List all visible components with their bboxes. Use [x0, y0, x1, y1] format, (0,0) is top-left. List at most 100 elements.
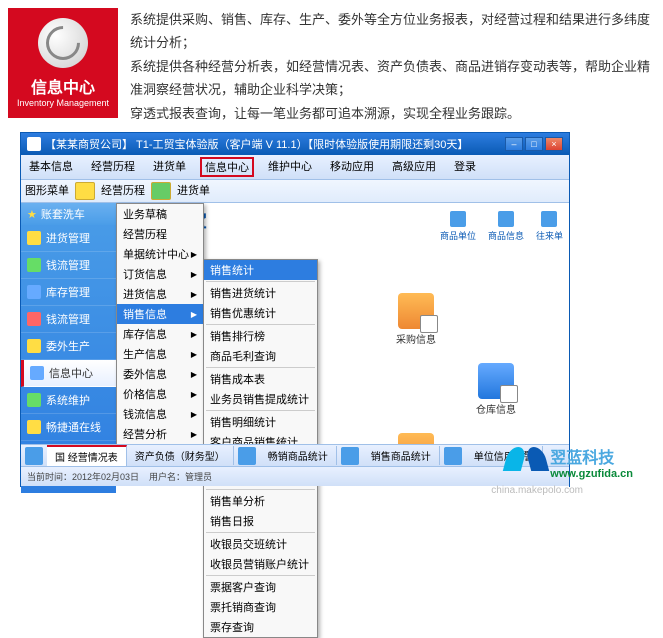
submenu-item[interactable]: 收银员交班统计: [204, 534, 317, 554]
app-window: 【某某商贸公司】 T1-工贸宝体验版（客户端 V 11.1）【限时体验版使用期限…: [20, 132, 570, 487]
star-icon: ★: [27, 208, 37, 221]
sidebar-icon: [27, 258, 41, 272]
sidebar-header: ★ 账套洗车: [21, 203, 116, 225]
submenu-item[interactable]: 销售排行榜: [204, 326, 317, 346]
submenu-item[interactable]: 票存查询: [204, 617, 317, 637]
shortcuts: 商品单位 商品信息 往来单: [440, 211, 563, 242]
tab-active[interactable]: 国 经营情况表: [47, 445, 127, 466]
toolbar-label[interactable]: 图形菜单: [25, 182, 69, 200]
dropdown-item[interactable]: 业务草稿: [117, 204, 203, 224]
dropdown-item[interactable]: 经营分析▶: [117, 424, 203, 444]
menubar: 基本信息 经营历程 进货单 信息中心 维护中心 移动应用 高级应用 登录: [21, 155, 569, 180]
submenu-item[interactable]: 销售进货统计: [204, 283, 317, 303]
shortcut[interactable]: 往来单: [536, 211, 563, 242]
shortcut-icon: [498, 211, 514, 227]
window-title: 【某某商贸公司】 T1-工贸宝体验版（客户端 V 11.1）【限时体验版使用期限…: [45, 136, 468, 152]
sidebar-item[interactable]: 库存管理: [21, 279, 116, 306]
logo-cn: 信息中心: [31, 74, 95, 98]
maximize-button[interactable]: □: [525, 137, 543, 151]
sidebar-item-label: 钱流管理: [46, 311, 90, 327]
submenu-item[interactable]: 票托销商查询: [204, 597, 317, 617]
sidebar-item[interactable]: 钱流管理: [21, 252, 116, 279]
dropdown-item[interactable]: 委外信息▶: [117, 364, 203, 384]
sidebar-item[interactable]: 委外生产: [21, 333, 116, 360]
submenu-item[interactable]: 票据客户查询: [204, 577, 317, 597]
menu-item[interactable]: 经营历程: [87, 157, 139, 177]
tab-icon[interactable]: [444, 447, 462, 465]
desktop-icon-purchase[interactable]: 采购信息: [396, 293, 436, 346]
shortcut[interactable]: 商品信息: [488, 211, 524, 242]
logo-icon: [38, 18, 88, 68]
submenu-item[interactable]: 销售明细统计: [204, 412, 317, 432]
desc-p3: 穿透式报表查询，让每一笔业务都可追本溯源，实现全程业务跟踪。: [130, 102, 655, 125]
shortcut-icon: [541, 211, 557, 227]
dropdown-item[interactable]: 订货信息▶: [117, 264, 203, 284]
sidebar-header-label: 账套洗车: [41, 206, 85, 222]
submenu-item[interactable]: 销售统计: [204, 260, 317, 280]
folder-icon: [398, 293, 434, 329]
dropdown-item[interactable]: 进货信息▶: [117, 284, 203, 304]
toolbar-icon[interactable]: [75, 182, 95, 200]
menu-item[interactable]: 维护中心: [264, 157, 316, 177]
sidebar-item-label: 系统维护: [46, 392, 90, 408]
dropdown-item[interactable]: 单据统计中心▶: [117, 244, 203, 264]
menu-item[interactable]: 进货单: [149, 157, 190, 177]
folder-icon: [478, 363, 514, 399]
menu-item[interactable]: 高级应用: [388, 157, 440, 177]
sidebar-icon: [27, 420, 41, 434]
submenu-item[interactable]: 销售优惠统计: [204, 303, 317, 323]
desc-p1: 系统提供采购、销售、库存、生产、委外等全方位业务报表，对经营过程和结果进行多纬度…: [130, 8, 655, 55]
sidebar-item-active[interactable]: 信息中心: [21, 360, 116, 387]
minimize-button[interactable]: –: [505, 137, 523, 151]
app-icon: [27, 137, 41, 151]
submenu-item[interactable]: 业务员销售提成统计: [204, 389, 317, 409]
sidebar-item-label: 钱流管理: [46, 257, 90, 273]
dropdown-item[interactable]: 经营历程: [117, 224, 203, 244]
sidebar-item[interactable]: 系统维护: [21, 387, 116, 414]
tab[interactable]: 资产负债（财务型）: [127, 446, 234, 465]
shortcut-icon: [450, 211, 466, 227]
toolbar-icon[interactable]: [151, 182, 171, 200]
toolbar-item[interactable]: 进货单: [177, 182, 210, 200]
desc-p2: 系统提供各种经营分析表，如经营情况表、资产负债表、商品进销存变动表等，帮助企业精…: [130, 55, 655, 102]
toolbar: 图形菜单 经营历程 进货单: [21, 180, 569, 203]
toolbar-item[interactable]: 经营历程: [101, 182, 145, 200]
bottom-tabbar: 国 经营情况表 资产负债（财务型） 畅销商品统计 销售商品统计 单位信用报警: [21, 444, 569, 466]
sidebar-item[interactable]: 钱流管理: [21, 306, 116, 333]
wing-icon: [506, 447, 546, 477]
tab[interactable]: 畅销商品统计: [260, 446, 337, 465]
submenu-item[interactable]: 商品毛利查询: [204, 346, 317, 366]
dropdown-item[interactable]: 价格信息▶: [117, 384, 203, 404]
menu-item[interactable]: 移动应用: [326, 157, 378, 177]
sidebar-item-label: 委外生产: [46, 338, 90, 354]
submenu-item[interactable]: 收银员营销账户统计: [204, 554, 317, 574]
sidebar-icon: [27, 393, 41, 407]
sidebar-item[interactable]: 畅捷通在线: [21, 414, 116, 441]
dropdown-item[interactable]: 生产信息▶: [117, 344, 203, 364]
dropdown-item[interactable]: 销售信息▶: [117, 304, 203, 324]
dropdown-item[interactable]: 钱流信息▶: [117, 404, 203, 424]
titlebar[interactable]: 【某某商贸公司】 T1-工贸宝体验版（客户端 V 11.1）【限时体验版使用期限…: [21, 133, 569, 155]
sidebar-item[interactable]: 进货管理: [21, 225, 116, 252]
sidebar-icon: [27, 285, 41, 299]
logo-en: Inventory Management: [17, 98, 109, 108]
shortcut[interactable]: 商品单位: [440, 211, 476, 242]
submenu-item[interactable]: 销售单分析: [204, 491, 317, 511]
sidebar-icon: [27, 339, 41, 353]
company-url: www.gzufida.cn: [550, 468, 633, 480]
sidebar-icon: [30, 366, 44, 380]
sidebar-item-label: 畅捷通在线: [46, 419, 101, 435]
tab[interactable]: 销售商品统计: [363, 446, 440, 465]
menu-item[interactable]: 登录: [450, 157, 480, 177]
menu-item[interactable]: 基本信息: [25, 157, 77, 177]
tab-icon[interactable]: [238, 447, 256, 465]
status-time: 当前时间：2012年02月03日: [27, 470, 139, 483]
submenu-item[interactable]: 销售成本表: [204, 369, 317, 389]
desktop-icon-warehouse[interactable]: 仓库信息: [476, 363, 516, 416]
dropdown-item[interactable]: 库存信息▶: [117, 324, 203, 344]
close-button[interactable]: ×: [545, 137, 563, 151]
menu-item-active[interactable]: 信息中心: [200, 157, 254, 177]
tab-icon[interactable]: [341, 447, 359, 465]
tab-icon[interactable]: [25, 447, 43, 465]
submenu-item[interactable]: 销售日报: [204, 511, 317, 531]
